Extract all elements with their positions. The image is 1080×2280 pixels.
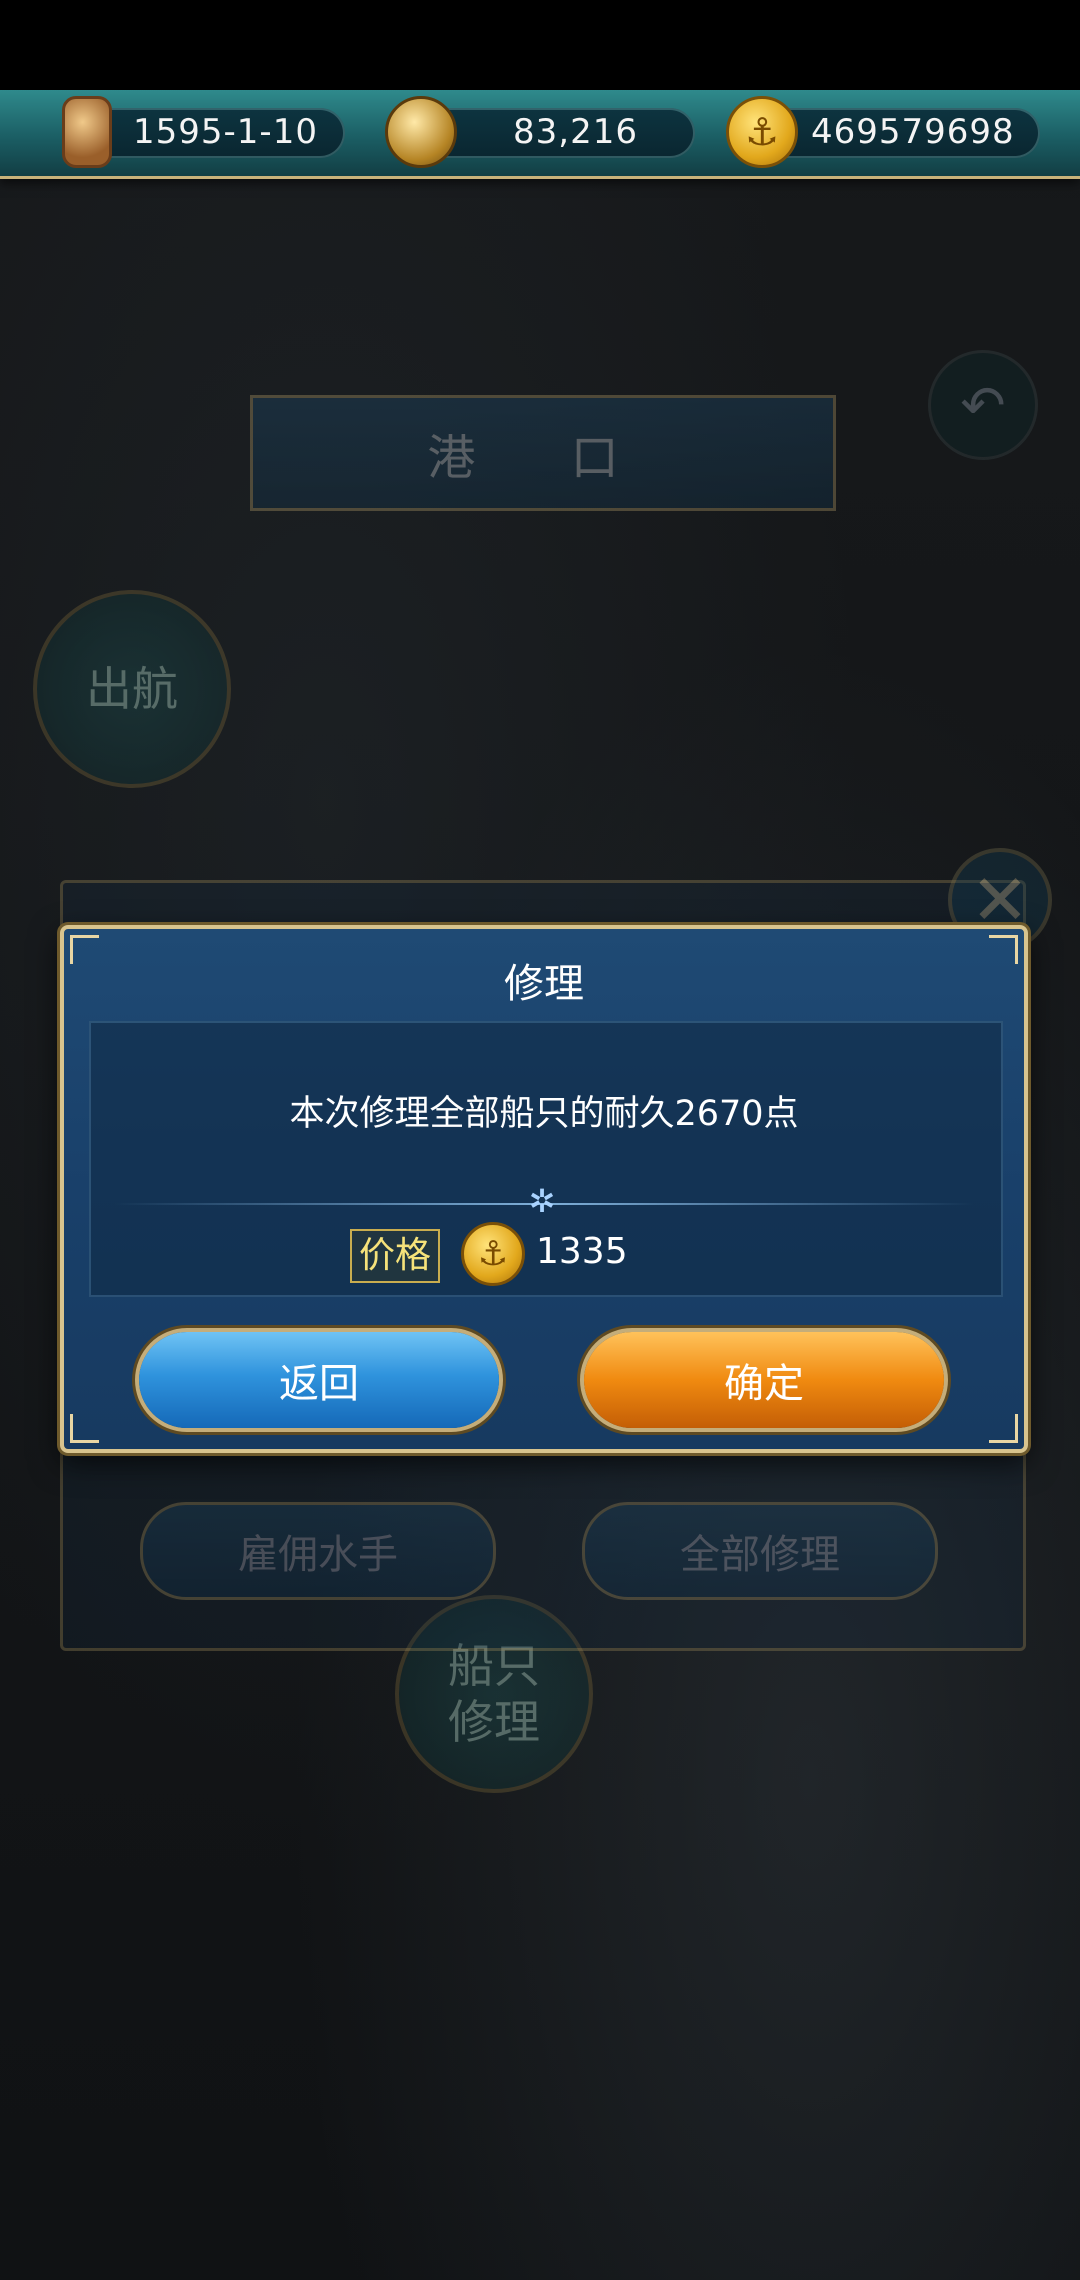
return-arrow-icon: ↶ — [928, 350, 1038, 460]
price-label: 价格 — [350, 1229, 440, 1283]
repair-message: 本次修理全部船只的耐久2670点 — [289, 1094, 799, 1134]
hire-sailors-button: 雇佣水手 — [140, 1502, 496, 1600]
resource-hud: 1595-1-10 83,216 ⚓ 469579698 — [0, 90, 1080, 179]
gold-value: 469579698 — [811, 112, 1015, 152]
price-value: 1335 — [536, 1231, 628, 1272]
anchor-coin-icon: ⚓ — [461, 1222, 525, 1286]
corner-ornament — [70, 1414, 99, 1443]
dialog-title: 修理 — [504, 961, 584, 1007]
divider-ornament-icon: ✲ — [528, 1182, 556, 1220]
hourglass-icon — [62, 96, 112, 168]
compass-icon — [385, 96, 457, 168]
repair-all-button: 全部修理 — [582, 1502, 938, 1600]
port-banner: 港 口 — [250, 395, 836, 511]
corner-ornament — [989, 1414, 1018, 1443]
date-value: 1595-1-10 — [133, 112, 318, 152]
compass-value: 83,216 — [513, 112, 638, 152]
sail-button: 出航 — [33, 590, 231, 788]
anchor-coin-icon: ⚓ — [726, 96, 798, 168]
repair-dialog: 修理 本次修理全部船只的耐久2670点 ✲ 价格 ⚓ 1335 返回 确定 — [60, 925, 1028, 1453]
back-button[interactable]: 返回 — [139, 1332, 499, 1428]
status-bar-area — [0, 0, 1080, 90]
confirm-button[interactable]: 确定 — [584, 1332, 944, 1428]
